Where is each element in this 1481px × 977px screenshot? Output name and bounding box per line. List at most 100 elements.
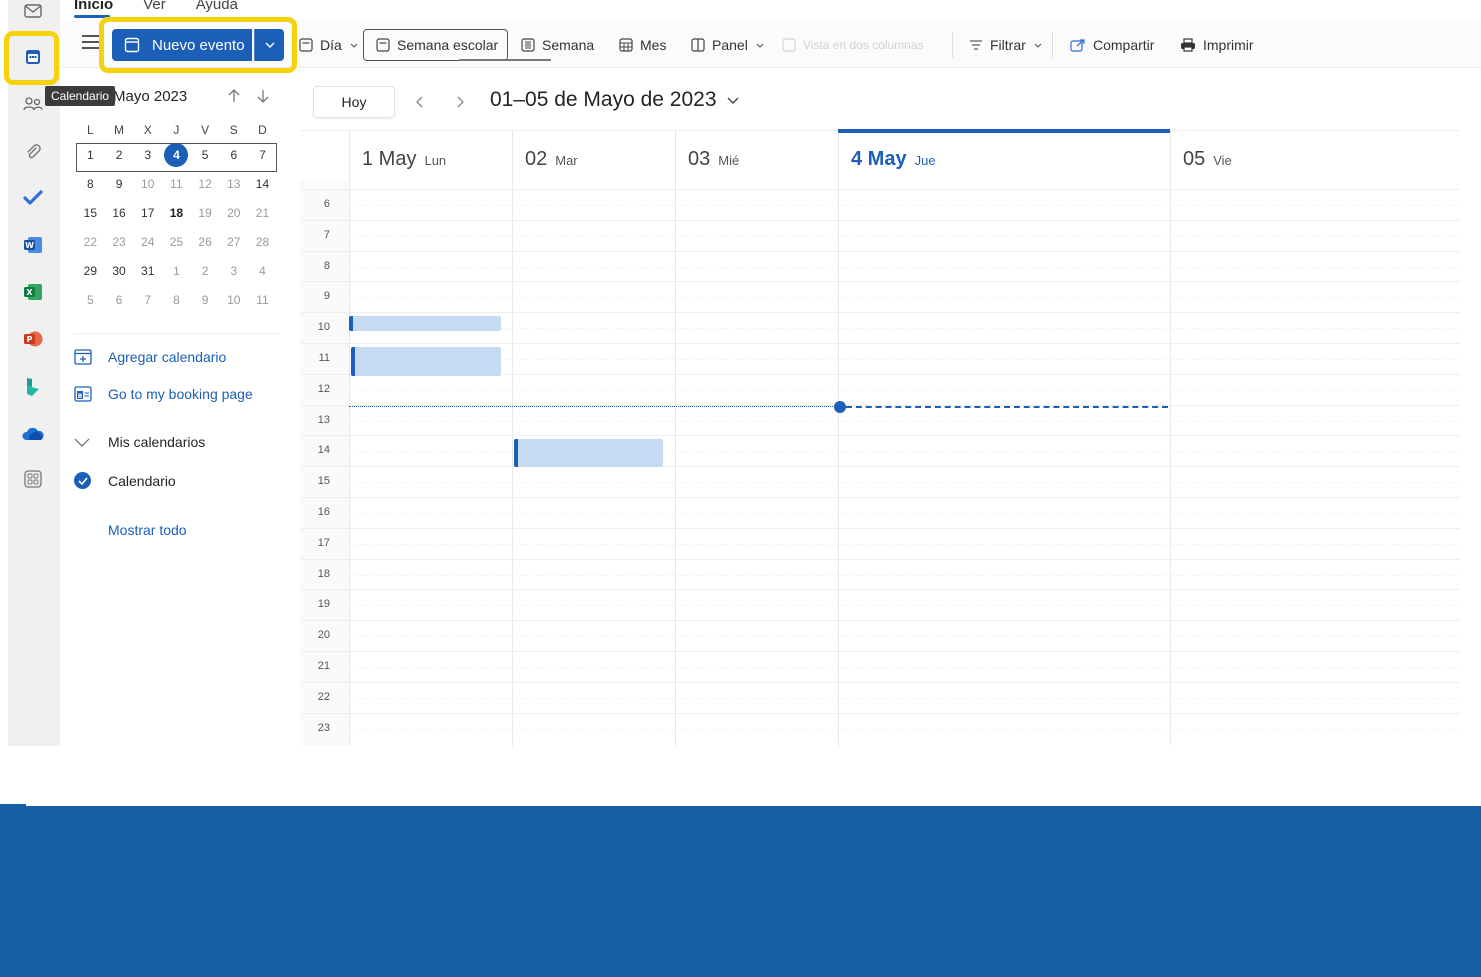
- print-button[interactable]: Imprimir: [1180, 33, 1254, 57]
- mini-day[interactable]: 9: [191, 293, 220, 307]
- mini-day[interactable]: 30: [105, 264, 134, 278]
- day-column[interactable]: 4 May Jue: [838, 130, 1170, 746]
- day-column[interactable]: 02 Mar: [512, 130, 675, 746]
- mini-day[interactable]: 5: [191, 148, 220, 162]
- attach-icon[interactable]: [18, 138, 48, 166]
- mini-day[interactable]: 11: [162, 177, 191, 191]
- arrow-down-icon[interactable]: [255, 88, 271, 104]
- mini-day[interactable]: 8: [162, 293, 191, 307]
- share-button[interactable]: Compartir: [1070, 33, 1154, 57]
- add-calendar-link[interactable]: Agregar calendario: [74, 347, 226, 367]
- excel-icon[interactable]: X: [18, 278, 48, 306]
- mini-day[interactable]: 2: [105, 148, 134, 162]
- mini-day[interactable]: 4: [248, 264, 277, 278]
- chevron-right-icon[interactable]: [451, 92, 469, 112]
- mini-day[interactable]: 19: [191, 206, 220, 220]
- word-icon[interactable]: W: [18, 231, 48, 259]
- mini-day[interactable]: 23: [105, 235, 134, 249]
- hamburger-menu-icon[interactable]: [82, 35, 100, 51]
- mini-day[interactable]: 5: [76, 293, 105, 307]
- tab-ayuda[interactable]: Ayuda: [196, 0, 238, 14]
- mini-day[interactable]: 18: [162, 206, 191, 220]
- my-calendars-toggle[interactable]: Mis calendarios: [74, 434, 205, 450]
- mini-day[interactable]: 4: [162, 142, 191, 167]
- tab-ver[interactable]: Ver: [143, 0, 166, 14]
- mini-day[interactable]: 6: [105, 293, 134, 307]
- mini-day[interactable]: 28: [248, 235, 277, 249]
- mini-calendar-title[interactable]: Mayo 2023: [113, 88, 187, 105]
- new-event-button[interactable]: Nuevo evento: [112, 29, 252, 61]
- mini-day[interactable]: 3: [219, 264, 248, 278]
- mini-day[interactable]: 22: [76, 235, 105, 249]
- menu-bar: Inicio Ver Ayuda: [74, 0, 268, 14]
- mail-icon[interactable]: [18, 0, 48, 25]
- mini-day[interactable]: 7: [133, 293, 162, 307]
- work-week-view-button[interactable]: Semana escolar: [363, 29, 508, 62]
- week-view-button[interactable]: Semana: [521, 33, 594, 57]
- mini-day[interactable]: 14: [248, 177, 277, 191]
- mini-day[interactable]: 3: [133, 148, 162, 162]
- mini-day[interactable]: 16: [105, 206, 134, 220]
- mini-day[interactable]: 1: [76, 148, 105, 162]
- calendar-toggle[interactable]: Calendario: [74, 472, 176, 489]
- booking-page-label: Go to my booking page: [108, 386, 253, 402]
- date-range-picker[interactable]: 01–05 de Mayo de 2023: [490, 88, 739, 112]
- more-apps-icon[interactable]: [18, 465, 48, 493]
- chevron-left-icon[interactable]: [411, 92, 429, 112]
- arrow-up-icon[interactable]: [226, 88, 242, 104]
- mini-day[interactable]: 20: [219, 206, 248, 220]
- mini-day[interactable]: 26: [191, 235, 220, 249]
- chevron-down-icon: [756, 43, 764, 48]
- mini-day[interactable]: 21: [248, 206, 277, 220]
- calendar-app-icon[interactable]: [18, 43, 48, 71]
- powerpoint-icon[interactable]: P: [18, 325, 48, 353]
- mini-day[interactable]: 27: [219, 235, 248, 249]
- show-all-link[interactable]: Mostrar todo: [108, 522, 187, 538]
- day-header[interactable]: 4 May Jue: [851, 148, 936, 171]
- calendar-event[interactable]: [349, 316, 501, 331]
- split-view-button[interactable]: Vista en dos columnas: [782, 33, 924, 57]
- mini-day-number: 2: [115, 147, 123, 162]
- mini-day[interactable]: 7: [248, 148, 277, 162]
- todo-icon[interactable]: [18, 184, 48, 212]
- people-icon[interactable]: [18, 90, 48, 118]
- day-header[interactable]: 05 Vie: [1183, 148, 1232, 171]
- mini-day[interactable]: 29: [76, 264, 105, 278]
- day-view-button[interactable]: Día: [299, 33, 365, 57]
- hour-label: 19: [317, 598, 330, 611]
- day-name: Vie: [1213, 153, 1232, 168]
- mini-day[interactable]: 10: [133, 177, 162, 191]
- day-header[interactable]: 02 Mar: [525, 148, 578, 171]
- mini-day[interactable]: 31: [133, 264, 162, 278]
- filter-button[interactable]: Filtrar: [969, 33, 1049, 57]
- mini-day[interactable]: 8: [76, 177, 105, 191]
- calendar-event[interactable]: [514, 439, 663, 467]
- day-column[interactable]: 05 Vie: [1170, 130, 1460, 746]
- mini-day[interactable]: 9: [105, 177, 134, 191]
- day-column[interactable]: 1 May Lun: [349, 130, 512, 746]
- mini-day[interactable]: 10: [219, 293, 248, 307]
- calendar-event[interactable]: [351, 347, 501, 376]
- mini-day[interactable]: 13: [219, 177, 248, 191]
- day-column[interactable]: 03 Mié: [675, 130, 838, 746]
- mini-day[interactable]: 2: [191, 264, 220, 278]
- bookings-icon[interactable]: [18, 373, 48, 401]
- mini-day[interactable]: 25: [162, 235, 191, 249]
- tab-inicio[interactable]: Inicio: [74, 0, 113, 14]
- mini-day[interactable]: 17: [133, 206, 162, 220]
- mini-day[interactable]: 15: [76, 206, 105, 220]
- new-event-dropdown-button[interactable]: [254, 29, 284, 61]
- mini-day[interactable]: 12: [191, 177, 220, 191]
- mini-day[interactable]: 1: [162, 264, 191, 278]
- mini-week-row: 22 23 24 25 26 27 28: [76, 227, 277, 256]
- panel-button[interactable]: Panel: [691, 33, 771, 57]
- onedrive-icon[interactable]: [18, 420, 48, 448]
- today-button[interactable]: Hoy: [313, 86, 395, 118]
- mini-day[interactable]: 11: [248, 293, 277, 307]
- month-view-button[interactable]: Mes: [619, 33, 666, 57]
- mini-day[interactable]: 6: [219, 148, 248, 162]
- day-header[interactable]: 03 Mié: [688, 148, 739, 171]
- booking-page-link[interactable]: B Go to my booking page: [74, 384, 253, 404]
- day-header[interactable]: 1 May Lun: [362, 148, 446, 171]
- mini-day[interactable]: 24: [133, 235, 162, 249]
